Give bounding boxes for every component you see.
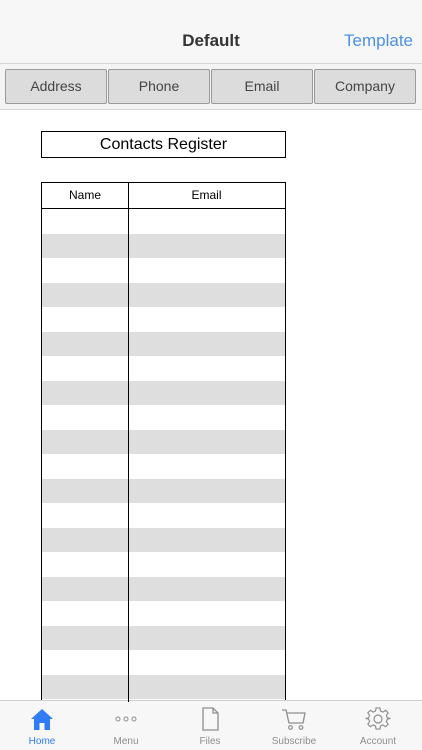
table-row xyxy=(42,454,285,478)
name-cell[interactable] xyxy=(42,332,128,356)
tab-home[interactable]: Home xyxy=(0,701,84,750)
table-row xyxy=(42,552,285,576)
gear-icon xyxy=(365,707,391,730)
email-cell[interactable] xyxy=(129,552,285,576)
tab-subscribe[interactable]: Subscribe xyxy=(252,701,336,750)
home-icon xyxy=(31,709,53,730)
name-cell[interactable] xyxy=(42,675,128,699)
name-cell[interactable] xyxy=(42,552,128,576)
cart-icon xyxy=(282,709,306,730)
table-row xyxy=(42,601,285,625)
email-cell[interactable] xyxy=(129,332,285,356)
table-row xyxy=(42,503,285,527)
template-button[interactable]: Template xyxy=(344,31,413,51)
tab-menu[interactable]: Menu xyxy=(84,701,168,750)
name-cell[interactable] xyxy=(42,283,128,307)
table-row xyxy=(42,576,285,601)
address-button[interactable]: Address xyxy=(5,69,107,104)
column-toggle-bar: Address Phone Email Company xyxy=(0,64,422,110)
table-row xyxy=(42,625,285,650)
table-row xyxy=(42,356,285,380)
company-button[interactable]: Company xyxy=(314,69,416,104)
email-cell[interactable] xyxy=(129,479,285,503)
name-cell[interactable] xyxy=(42,307,128,331)
navigation-bar: Default Template xyxy=(0,0,422,64)
document-icon xyxy=(202,707,219,731)
name-cell[interactable] xyxy=(42,356,128,380)
sheet-title: Contacts Register xyxy=(41,131,286,158)
email-cell[interactable] xyxy=(129,283,285,307)
name-cell[interactable] xyxy=(42,577,128,601)
column-header-name[interactable]: Name xyxy=(42,183,128,208)
name-cell[interactable] xyxy=(42,601,128,625)
table-row xyxy=(42,331,285,356)
phone-button[interactable]: Phone xyxy=(108,69,210,104)
more-dots-icon xyxy=(115,716,137,722)
tab-files[interactable]: Files xyxy=(168,701,252,750)
tab-bar: Home Menu Files Subscribe Account xyxy=(0,700,422,750)
table-row xyxy=(42,258,285,282)
table-row xyxy=(42,380,285,405)
name-cell[interactable] xyxy=(42,234,128,258)
column-header-email[interactable]: Email xyxy=(128,183,285,208)
email-cell[interactable] xyxy=(129,626,285,650)
table-row xyxy=(42,307,285,331)
table-row xyxy=(42,405,285,429)
table-row xyxy=(42,527,285,552)
email-cell[interactable] xyxy=(129,430,285,454)
tab-files-label: Files xyxy=(199,736,221,747)
email-cell[interactable] xyxy=(129,356,285,380)
tab-account[interactable]: Account xyxy=(336,701,420,750)
name-cell[interactable] xyxy=(42,381,128,405)
table-header: Name Email xyxy=(42,183,285,209)
table-row xyxy=(42,650,285,674)
email-cell[interactable] xyxy=(129,405,285,429)
name-cell[interactable] xyxy=(42,503,128,527)
email-cell[interactable] xyxy=(129,258,285,282)
email-cell[interactable] xyxy=(129,503,285,527)
email-cell[interactable] xyxy=(129,528,285,552)
tab-subscribe-label: Subscribe xyxy=(271,736,317,747)
table-row xyxy=(42,429,285,454)
column-divider xyxy=(128,183,129,702)
table-row xyxy=(42,233,285,258)
name-cell[interactable] xyxy=(42,528,128,552)
contacts-table: Name Email xyxy=(41,182,286,702)
email-cell[interactable] xyxy=(129,209,285,233)
name-cell[interactable] xyxy=(42,430,128,454)
tab-account-label: Account xyxy=(359,736,397,747)
email-cell[interactable] xyxy=(129,454,285,478)
table-row xyxy=(42,209,285,233)
name-cell[interactable] xyxy=(42,454,128,478)
table-row xyxy=(42,674,285,699)
email-cell[interactable] xyxy=(129,234,285,258)
tab-home-label: Home xyxy=(28,736,56,747)
email-cell[interactable] xyxy=(129,577,285,601)
name-cell[interactable] xyxy=(42,479,128,503)
table-row xyxy=(42,478,285,503)
email-cell[interactable] xyxy=(129,307,285,331)
name-cell[interactable] xyxy=(42,626,128,650)
email-cell[interactable] xyxy=(129,381,285,405)
name-cell[interactable] xyxy=(42,405,128,429)
name-cell[interactable] xyxy=(42,650,128,674)
email-cell[interactable] xyxy=(129,601,285,625)
email-cell[interactable] xyxy=(129,675,285,699)
email-button[interactable]: Email xyxy=(211,69,313,104)
name-cell[interactable] xyxy=(42,209,128,233)
email-cell[interactable] xyxy=(129,650,285,674)
name-cell[interactable] xyxy=(42,258,128,282)
table-row xyxy=(42,282,285,307)
tab-menu-label: Menu xyxy=(113,736,139,747)
